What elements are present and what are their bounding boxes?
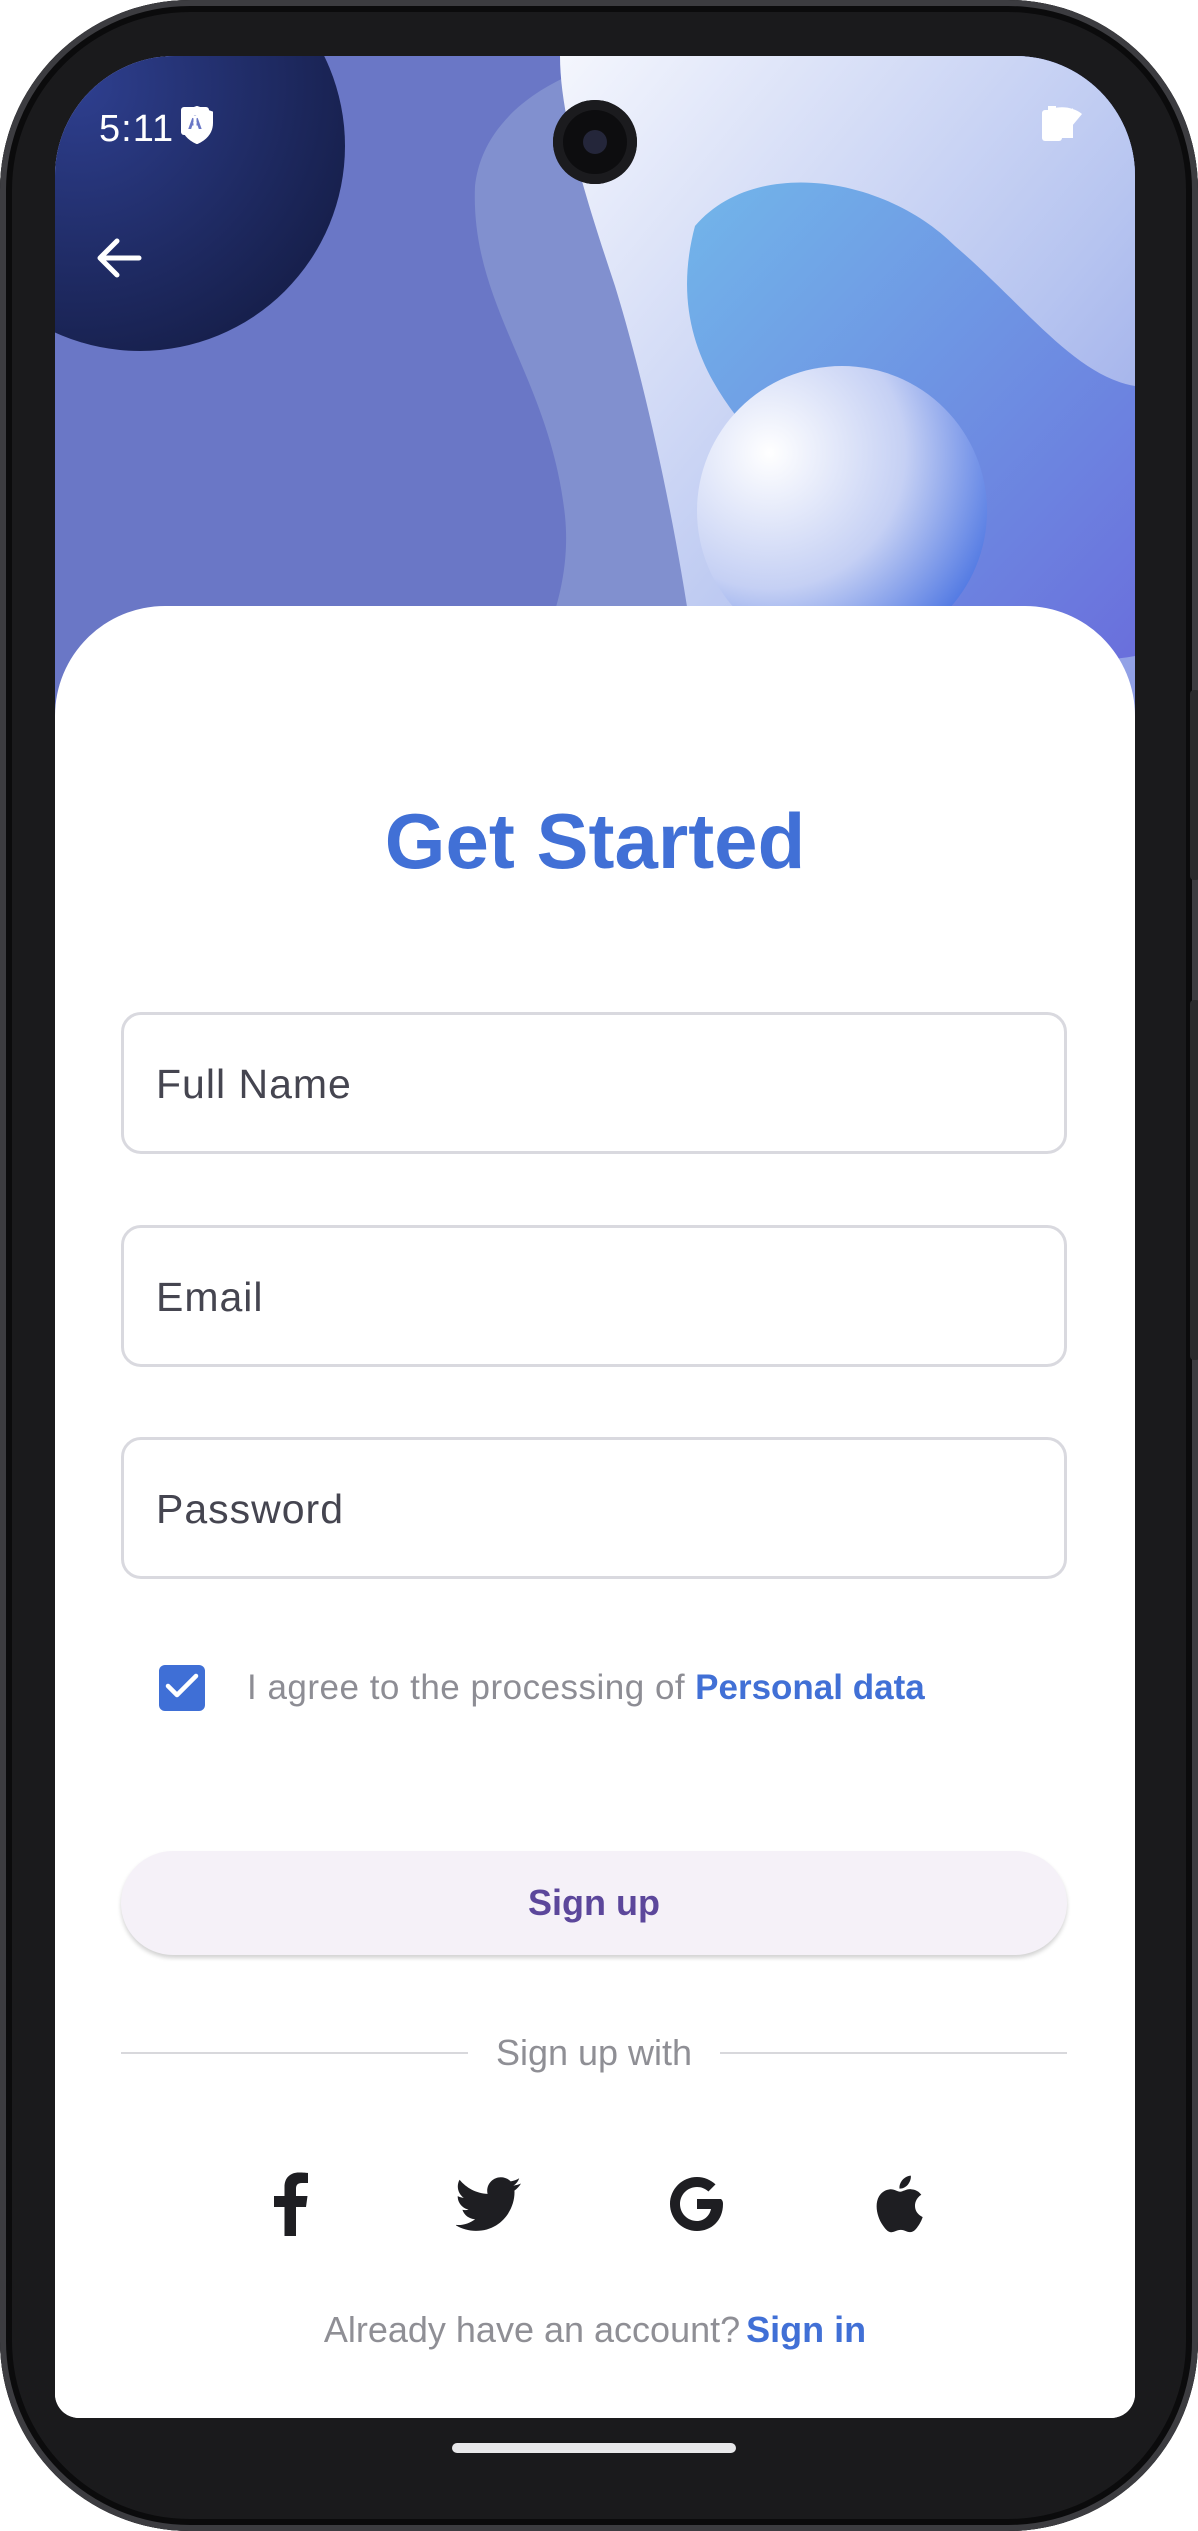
- google-icon: [666, 2173, 728, 2240]
- volume-button: [1190, 1000, 1198, 1360]
- google-button[interactable]: [657, 2166, 737, 2246]
- front-camera: [553, 100, 637, 184]
- account-text: Already have an account?: [323, 2309, 741, 2350]
- status-icons-left: A: [180, 106, 470, 148]
- divider-line-left: [121, 2052, 468, 2054]
- agree-text: I agree to the processing of: [247, 1668, 686, 1707]
- email-input[interactable]: [154, 1228, 1038, 1366]
- agree-checkbox[interactable]: [159, 1665, 205, 1711]
- divider-line-right: [720, 2052, 1067, 2054]
- password-field[interactable]: [121, 1437, 1067, 1579]
- page-title: Get Started: [384, 797, 806, 885]
- signup-button[interactable]: Sign up: [121, 1851, 1067, 1955]
- power-button: [1190, 690, 1198, 880]
- signup-with-divider: Sign up with: [121, 2028, 1067, 2078]
- a-icon: A: [181, 106, 346, 148]
- facebook-button[interactable]: [250, 2166, 330, 2246]
- personal-data-link[interactable]: Personal data: [695, 1668, 925, 1708]
- home-indicator[interactable]: [452, 2443, 736, 2453]
- signup-with-label: Sign up with: [495, 2032, 693, 2073]
- signup-card: Get Started I agree to the processing of…: [55, 606, 1135, 2418]
- email-field[interactable]: [121, 1225, 1067, 1367]
- apple-icon: [872, 2174, 924, 2239]
- signin-prompt: Already have an account? Sign in: [55, 2309, 1135, 2351]
- signin-link[interactable]: Sign in: [746, 2309, 866, 2350]
- agree-row: I agree to the processing of Personal da…: [159, 1663, 925, 1713]
- apple-button[interactable]: [858, 2166, 938, 2246]
- password-input[interactable]: [154, 1440, 1038, 1578]
- screen: 5:11 A Get Started Full Name Email I agr…: [55, 56, 1135, 2418]
- phone-frame: 5:11 A Get Started Full Name Email I agr…: [0, 0, 1198, 2531]
- twitter-button[interactable]: [449, 2166, 529, 2246]
- play-icon: [183, 106, 284, 148]
- dot-icon: [182, 106, 470, 148]
- full-name-input[interactable]: [154, 1015, 1038, 1153]
- status-time: 5:11: [99, 108, 175, 150]
- social-login-row: [55, 2166, 1135, 2246]
- twitter-icon: [455, 2176, 522, 2236]
- checkmark-icon: [165, 1672, 199, 1705]
- back-button[interactable]: [95, 236, 175, 316]
- full-name-field[interactable]: [121, 1012, 1067, 1154]
- status-bar: 5:11 A: [55, 56, 1135, 206]
- facebook-icon: [270, 2172, 310, 2241]
- anchor-icon: [183, 106, 408, 148]
